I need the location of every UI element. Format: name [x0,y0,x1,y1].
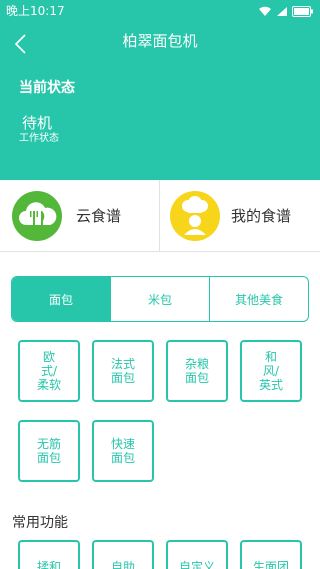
current-state-heading: 当前状态 [19,80,75,96]
my-recipes-card[interactable]: 我的食谱 [160,180,320,252]
cloud-recipes-label: 云食谱 [76,207,122,225]
recipe-cards: 云食谱 我的食谱 [0,180,320,252]
function-button-dough[interactable]: 生面团 [240,540,302,569]
status-icons [258,4,314,18]
chef-icon [182,196,208,235]
current-state-value: 待机 [22,114,53,132]
mode-button-gluten-free[interactable]: 无筋面包 [18,420,80,482]
mode-label: 杂粮面包 [184,357,209,385]
mode-button-french[interactable]: 法式面包 [92,340,154,402]
cloud-fork-knife-icon [19,202,57,225]
mode-label: 法式面包 [110,357,135,385]
function-button-custom[interactable]: 自定义 [166,540,228,569]
function-button-knead[interactable]: 揉和 [18,540,80,569]
tab-rice-bread[interactable]: 米包 [110,277,209,321]
mode-button-multigrain[interactable]: 杂粮面包 [166,340,228,402]
mode-button-quick[interactable]: 快速面包 [92,420,154,482]
cloud-recipes-card[interactable]: 云食谱 [0,180,159,252]
mode-button-european-soft[interactable]: 欧式/柔软 [18,340,80,402]
category-tabs: 面包 米包 其他美食 [11,276,309,322]
mode-label: 无筋面包 [36,437,61,465]
mode-label: 快速面包 [110,437,135,465]
my-recipes-label: 我的食谱 [231,207,292,225]
wifi-icon [259,6,271,16]
tab-bread[interactable]: 面包 [12,277,110,321]
status-time: 晚上10:17 [6,4,65,18]
tab-other-food[interactable]: 其他美食 [209,277,308,321]
my-recipes-badge [170,191,220,241]
function-label: 揉和 [36,560,61,569]
battery-icon [292,5,313,17]
function-label: 自助 [110,560,135,569]
status-bar: 晚上10:17 [0,0,320,22]
common-functions-title: 常用功能 [12,515,68,531]
function-button-self-service[interactable]: 自助 [92,540,154,569]
work-state-caption: 工作状态 [19,133,59,144]
signal-icon [277,6,287,16]
cloud-recipes-badge [12,191,62,241]
function-label: 生面团 [252,560,289,569]
page-title: 柏翠面包机 [122,32,198,50]
mode-label: 欧式/柔软 [36,350,61,392]
mode-label: 和风/英式 [258,350,283,392]
device-header: 柏翠面包机 当前状态 待机 工作状态 [0,22,320,180]
function-label: 自定义 [178,560,215,569]
mode-button-japanese-english[interactable]: 和风/英式 [240,340,302,402]
